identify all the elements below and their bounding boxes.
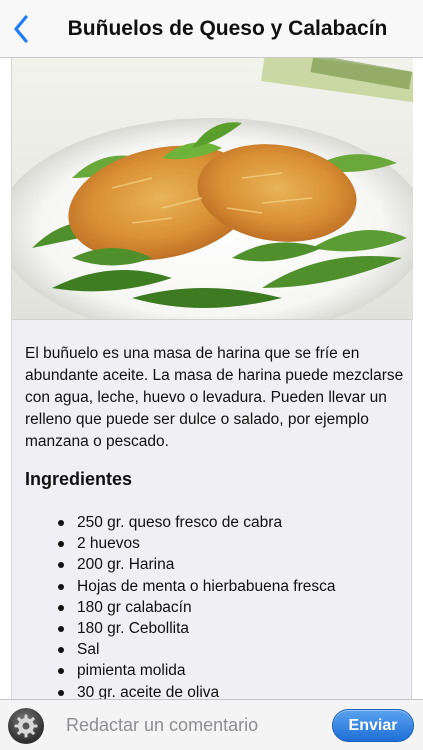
gear-icon [14,714,38,738]
recipe-card: El buñuelo es una masa de harina que se … [11,58,413,699]
ingredient-text: 250 gr. queso fresco de cabra [77,514,283,531]
bullet-icon [58,604,64,611]
ingredients-heading: Ingredientes [25,469,133,489]
ingredient-text: 30 gr. aceite de oliva [77,683,220,700]
list-item: 200 gr. Harina [25,554,405,575]
bullet-icon [58,689,64,696]
bullet-icon [58,562,64,569]
ingredient-text: 200 gr. Harina [77,556,175,574]
comment-input[interactable] [56,709,318,742]
navigation-bar: Buñuelos de Queso y Calabacín [0,0,423,58]
chevron-left-icon [14,15,28,43]
bullet-icon [58,625,64,632]
comment-toolbar: Enviar [0,699,423,750]
bullet-icon [58,541,64,548]
back-button[interactable] [6,12,36,46]
send-button[interactable]: Enviar [332,709,414,742]
recipe-photo [12,58,413,320]
ingredient-text: 2 huevos [77,535,140,553]
bullet-icon [58,520,64,526]
bullet-icon [58,583,64,590]
recipe-description: El buñuelo es una masa de harina que se … [25,345,404,450]
recipe-scroll-view[interactable]: El buñuelo es una masa de harina que se … [0,58,423,699]
bullet-icon [58,647,64,654]
list-item: pimienta molida [25,660,405,681]
list-item: 180 gr calabacín [25,597,405,618]
list-item: 180 gr. Cebollita [25,618,405,639]
list-item: 250 gr. queso fresco de cabra [25,512,405,533]
ingredient-text: Sal [77,641,100,659]
list-item: Hojas de menta o hierbabuena fresca [25,576,405,597]
ingredient-text: pimienta molida [77,662,186,680]
settings-button[interactable] [8,708,44,744]
bullet-icon [58,668,64,675]
list-item: 30 gr. aceite de oliva [25,682,405,700]
page-title: Buñuelos de Queso y Calabacín [67,17,388,40]
ingredients-list: 250 gr. queso fresco de cabra 2 huevos 2… [25,512,405,699]
list-item: 2 huevos [25,533,405,554]
list-item: Sal [25,639,405,660]
ingredient-text: 180 gr calabacín [77,598,192,616]
ingredient-text: 180 gr. Cebollita [77,619,190,637]
ingredient-text: Hojas de menta o hierbabuena fresca [77,577,336,595]
